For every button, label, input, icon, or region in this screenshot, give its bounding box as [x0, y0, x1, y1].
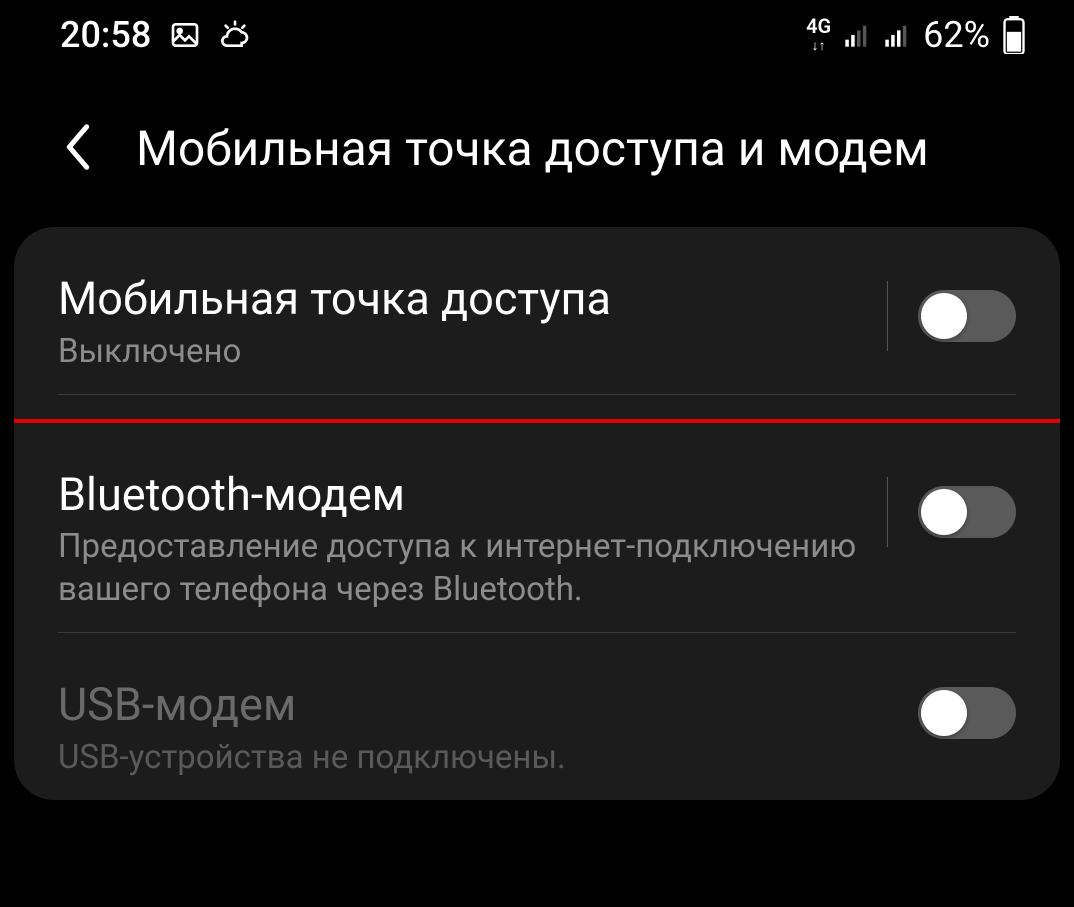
setting-title-hotspot: Мобильная точка доступа [58, 273, 867, 325]
weather-icon [219, 19, 251, 51]
setting-row-usb: USB-модем USB-устройства не подключены. [14, 633, 1060, 800]
setting-title-bluetooth: Bluetooth-модем [58, 469, 867, 521]
toggle-hotspot[interactable] [918, 290, 1016, 342]
toggle-wrap [887, 273, 1016, 351]
toggle-knob [921, 489, 967, 535]
highlighted-row: Мобильная точка доступа Выключено [14, 227, 1060, 423]
toggle-knob [921, 293, 967, 339]
setting-text: Bluetooth-модем Предоставление доступа к… [58, 469, 867, 613]
network-4g-icon: 4G ↓↑ [806, 16, 831, 54]
toggle-knob [921, 690, 967, 736]
status-bar: 20:58 4G ↓↑ [0, 0, 1074, 70]
toggle-wrap [918, 679, 1016, 739]
setting-subtitle-usb: USB-устройства не подключены. [58, 737, 898, 780]
battery-percent: 62% [923, 14, 990, 56]
status-left: 20:58 [60, 14, 251, 56]
signal-icon-1 [843, 21, 871, 49]
toggle-divider [887, 281, 888, 351]
toggle-bluetooth[interactable] [918, 486, 1016, 538]
setting-text: Мобильная точка доступа Выключено [58, 273, 867, 374]
settings-card: Мобильная точка доступа Выключено Blueto… [14, 227, 1060, 800]
image-icon [169, 19, 201, 51]
setting-row-hotspot[interactable]: Мобильная точка доступа Выключено [14, 227, 1060, 394]
row-divider [58, 394, 1016, 395]
status-time: 20:58 [60, 14, 151, 56]
setting-text: USB-модем USB-устройства не подключены. [58, 679, 898, 780]
page-title: Мобильная точка доступа и модем [136, 120, 929, 177]
back-icon[interactable] [60, 121, 96, 177]
toggle-usb [918, 687, 1016, 739]
setting-subtitle-bluetooth: Предоставление доступа к интернет-подклю… [58, 526, 867, 612]
battery-icon [1002, 16, 1026, 54]
status-right: 4G ↓↑ 62% [806, 14, 1026, 56]
setting-row-bluetooth[interactable]: Bluetooth-модем Предоставление доступа к… [14, 423, 1060, 633]
setting-subtitle-hotspot: Выключено [58, 331, 867, 374]
page-header: Мобильная точка доступа и модем [0, 70, 1074, 227]
setting-title-usb: USB-модем [58, 679, 898, 731]
toggle-divider [887, 477, 888, 547]
signal-icon-2 [883, 21, 911, 49]
toggle-wrap [887, 469, 1016, 547]
